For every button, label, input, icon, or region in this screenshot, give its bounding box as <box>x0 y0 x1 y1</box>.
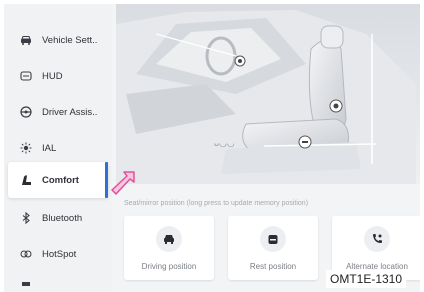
sidebar-item-partial[interactable] <box>4 272 112 292</box>
phone-location-icon <box>364 226 390 252</box>
sidebar-item-label: IAL <box>42 142 57 154</box>
pointer-arrow-icon <box>111 171 135 195</box>
sidebar-item-label: HotSpot <box>42 248 77 260</box>
settings-screen: Vehicle Sett.. HUD Driver Assis.. IAL Co <box>4 4 420 292</box>
sidebar-item-driver-assistance[interactable]: Driver Assis.. <box>4 94 112 130</box>
seat-icon <box>20 174 32 186</box>
sidebar-item-ial[interactable]: IAL <box>4 130 112 166</box>
main-panel: ᴗ◡◡ Seat/mirror position (long press to … <box>112 4 420 292</box>
seat-rest-icon <box>260 226 286 252</box>
sidebar-item-vehicle-settings[interactable]: Vehicle Sett.. <box>4 22 112 58</box>
sidebar-item-bluetooth[interactable]: Bluetooth <box>4 200 112 236</box>
rest-position-button[interactable]: Rest position <box>228 216 318 280</box>
sidebar-item-label: Vehicle Sett.. <box>42 34 98 46</box>
sidebar-item-hud[interactable]: HUD <box>4 58 112 94</box>
light-icon <box>20 142 32 154</box>
car-front-icon <box>156 226 182 252</box>
driving-position-button[interactable]: Driving position <box>124 216 214 280</box>
sidebar: Vehicle Sett.. HUD Driver Assis.. IAL Co <box>4 4 112 292</box>
partial-icon <box>20 276 32 288</box>
sidebar-item-hotspot[interactable]: HotSpot <box>4 236 112 272</box>
sidebar-item-label: Driver Assis.. <box>42 106 98 118</box>
sidebar-item-label: Comfort <box>42 174 79 186</box>
hud-icon <box>20 70 32 82</box>
seat-illustration: ᴗ◡◡ <box>116 4 420 184</box>
bluetooth-icon <box>20 212 32 224</box>
sidebar-item-comfort[interactable]: Comfort <box>8 162 108 198</box>
position-label: Driving position <box>141 262 197 271</box>
hotspot-icon <box>20 248 32 260</box>
steering-wheel-icon <box>20 106 32 118</box>
seat-position-caption: Seat/mirror position (long press to upda… <box>124 200 309 207</box>
figure-code: OMT1E-1310 <box>326 270 407 288</box>
position-label: Rest position <box>249 262 297 271</box>
sidebar-item-label: HUD <box>42 70 63 82</box>
car-icon <box>20 34 32 46</box>
sidebar-item-label: Bluetooth <box>42 212 83 224</box>
svg-text:ᴗ◡◡: ᴗ◡◡ <box>214 138 235 148</box>
